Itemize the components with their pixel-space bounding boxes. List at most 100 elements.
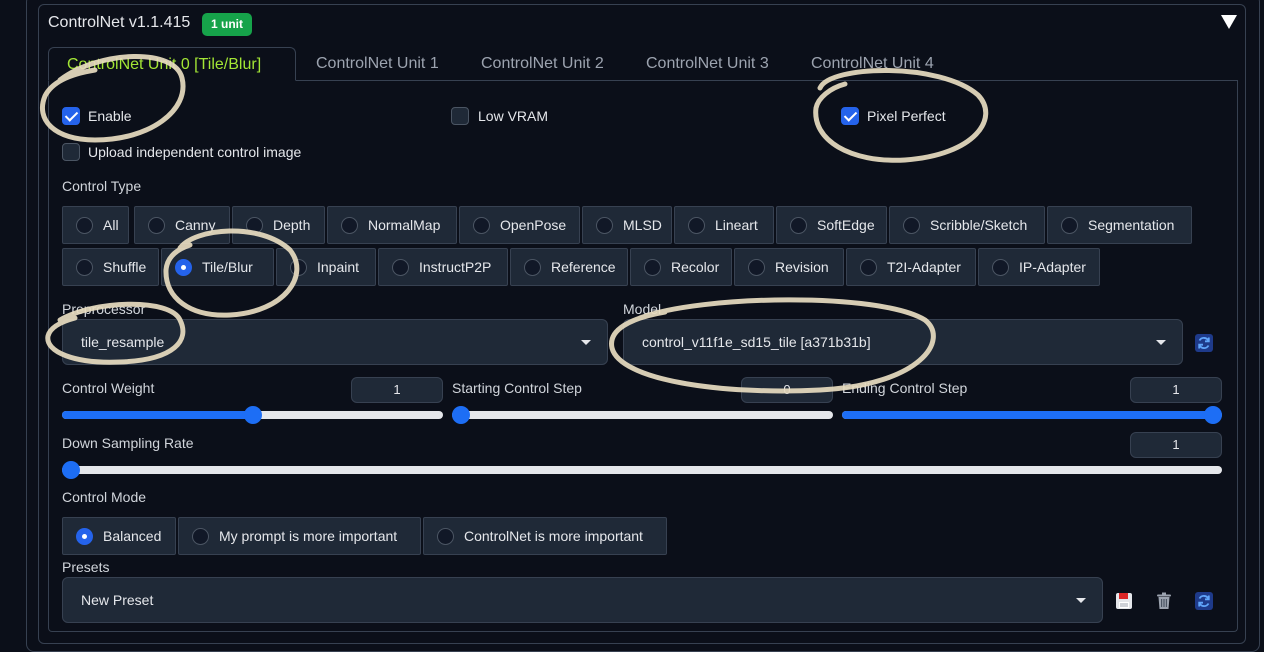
control-type-ip-adapter[interactable]: IP-Adapter <box>978 248 1100 286</box>
radio-icon <box>246 217 263 234</box>
option-label: Lineart <box>715 217 758 233</box>
option-label: Balanced <box>103 528 162 544</box>
control-type-shuffle[interactable]: Shuffle <box>62 248 159 286</box>
control-type-lineart[interactable]: Lineart <box>674 206 774 244</box>
control-weight-input[interactable]: 1 <box>351 377 443 403</box>
control-type-softedge[interactable]: SoftEdge <box>776 206 887 244</box>
low-vram-checkbox[interactable] <box>451 107 469 125</box>
down-sampling-input[interactable]: 1 <box>1130 432 1222 458</box>
control-type-revision[interactable]: Revision <box>734 248 844 286</box>
radio-icon <box>688 217 705 234</box>
control-type-all[interactable]: All <box>62 206 129 244</box>
control-mode-balanced[interactable]: Balanced <box>62 517 176 555</box>
upload-independent-checkbox[interactable] <box>62 143 80 161</box>
control-type-inpaint[interactable]: Inpaint <box>276 248 376 286</box>
slider-fill <box>62 411 253 419</box>
accordion-title[interactable]: ControlNet v1.1.415 <box>48 14 190 32</box>
option-label: ControlNet is more important <box>464 528 643 544</box>
radio-icon <box>76 217 93 234</box>
option-label: NormalMap <box>368 217 441 233</box>
ending-step-label: Ending Control Step <box>842 380 968 396</box>
option-label: All <box>103 217 119 233</box>
control-weight-slider[interactable] <box>62 406 443 424</box>
control-type-recolor[interactable]: Recolor <box>630 248 732 286</box>
control-type-openpose[interactable]: OpenPose <box>459 206 580 244</box>
radio-icon <box>860 259 877 276</box>
down-sampling-label: Down Sampling Rate <box>62 435 194 451</box>
slider-fill <box>842 411 1213 419</box>
pixel-perfect-label: Pixel Perfect <box>867 108 946 124</box>
option-label: Depth <box>273 217 311 233</box>
slider-thumb[interactable] <box>452 406 470 424</box>
radio-icon <box>290 259 307 276</box>
preprocessor-value: tile_resample <box>81 334 165 350</box>
down-sampling-slider[interactable] <box>62 461 1222 479</box>
tab-unit-2[interactable]: ControlNet Unit 2 <box>463 47 622 81</box>
starting-step-slider[interactable] <box>452 406 833 424</box>
presets-value: New Preset <box>81 592 154 608</box>
ending-step-slider[interactable] <box>842 406 1222 424</box>
radio-icon <box>790 217 807 234</box>
control-mode-controlnet[interactable]: ControlNet is more important <box>423 517 667 555</box>
control-type-normalmap[interactable]: NormalMap <box>327 206 457 244</box>
option-label: IP-Adapter <box>1019 259 1086 275</box>
radio-icon <box>903 217 920 234</box>
refresh-icon[interactable] <box>1194 333 1214 353</box>
radio-icon <box>76 259 93 276</box>
radio-icon <box>437 528 454 545</box>
tab-unit-1[interactable]: ControlNet Unit 1 <box>298 47 457 81</box>
option-label: Scribble/Sketch <box>930 217 1028 233</box>
control-type-canny[interactable]: Canny <box>134 206 230 244</box>
tab-unit-3[interactable]: ControlNet Unit 3 <box>628 47 787 81</box>
starting-step-input[interactable]: 0 <box>741 377 833 403</box>
unit-count-badge: 1 unit <box>202 13 252 36</box>
radio-icon <box>148 217 165 234</box>
model-dropdown[interactable]: control_v11f1e_sd15_tile [a371b31b] <box>623 319 1183 365</box>
radio-icon <box>473 217 490 234</box>
radio-icon <box>524 259 541 276</box>
slider-thumb[interactable] <box>243 406 262 424</box>
refresh-icon[interactable] <box>1194 591 1214 611</box>
enable-label: Enable <box>88 108 132 124</box>
tab-unit-4[interactable]: ControlNet Unit 4 <box>793 47 952 81</box>
chevron-down-icon <box>1156 340 1166 345</box>
collapse-arrow-icon[interactable] <box>1221 15 1237 29</box>
control-type-scribble[interactable]: Scribble/Sketch <box>889 206 1045 244</box>
option-label: Revision <box>775 259 829 275</box>
option-label: T2I-Adapter <box>887 259 961 275</box>
slider-thumb[interactable] <box>1204 406 1222 424</box>
presets-dropdown[interactable]: New Preset <box>62 577 1103 623</box>
option-label: Segmentation <box>1088 217 1175 233</box>
option-label: SoftEdge <box>817 217 875 233</box>
radio-icon <box>644 259 661 276</box>
option-label: InstructP2P <box>419 259 492 275</box>
control-type-reference[interactable]: Reference <box>510 248 628 286</box>
starting-step-label: Starting Control Step <box>452 380 582 396</box>
trash-icon[interactable] <box>1154 591 1174 611</box>
control-mode-prompt[interactable]: My prompt is more important <box>178 517 421 555</box>
control-type-mlsd[interactable]: MLSD <box>582 206 672 244</box>
option-label: MLSD <box>623 217 662 233</box>
control-type-tile-blur[interactable]: Tile/Blur <box>161 248 274 286</box>
enable-checkbox[interactable] <box>62 107 80 125</box>
ending-step-input[interactable]: 1 <box>1130 377 1222 403</box>
control-type-label: Control Type <box>62 178 142 194</box>
control-type-segmentation[interactable]: Segmentation <box>1047 206 1192 244</box>
preprocessor-dropdown[interactable]: tile_resample <box>62 319 608 365</box>
tab-unit-0[interactable]: ControlNet Unit 0 [Tile/Blur] <box>48 47 296 81</box>
option-label: My prompt is more important <box>219 528 398 544</box>
control-type-depth[interactable]: Depth <box>232 206 325 244</box>
control-mode-label: Control Mode <box>62 489 147 505</box>
slider-thumb[interactable] <box>62 461 80 479</box>
low-vram-label: Low VRAM <box>478 108 549 124</box>
pixel-perfect-checkbox[interactable] <box>841 107 859 125</box>
radio-icon <box>392 259 409 276</box>
radio-icon <box>192 528 209 545</box>
save-icon[interactable] <box>1114 591 1134 611</box>
radio-icon <box>1061 217 1078 234</box>
option-label: Tile/Blur <box>202 259 253 275</box>
option-label: Inpaint <box>317 259 360 275</box>
option-label: Canny <box>175 217 216 233</box>
control-type-instructp2p[interactable]: InstructP2P <box>378 248 508 286</box>
control-type-t2i-adapter[interactable]: T2I-Adapter <box>846 248 976 286</box>
